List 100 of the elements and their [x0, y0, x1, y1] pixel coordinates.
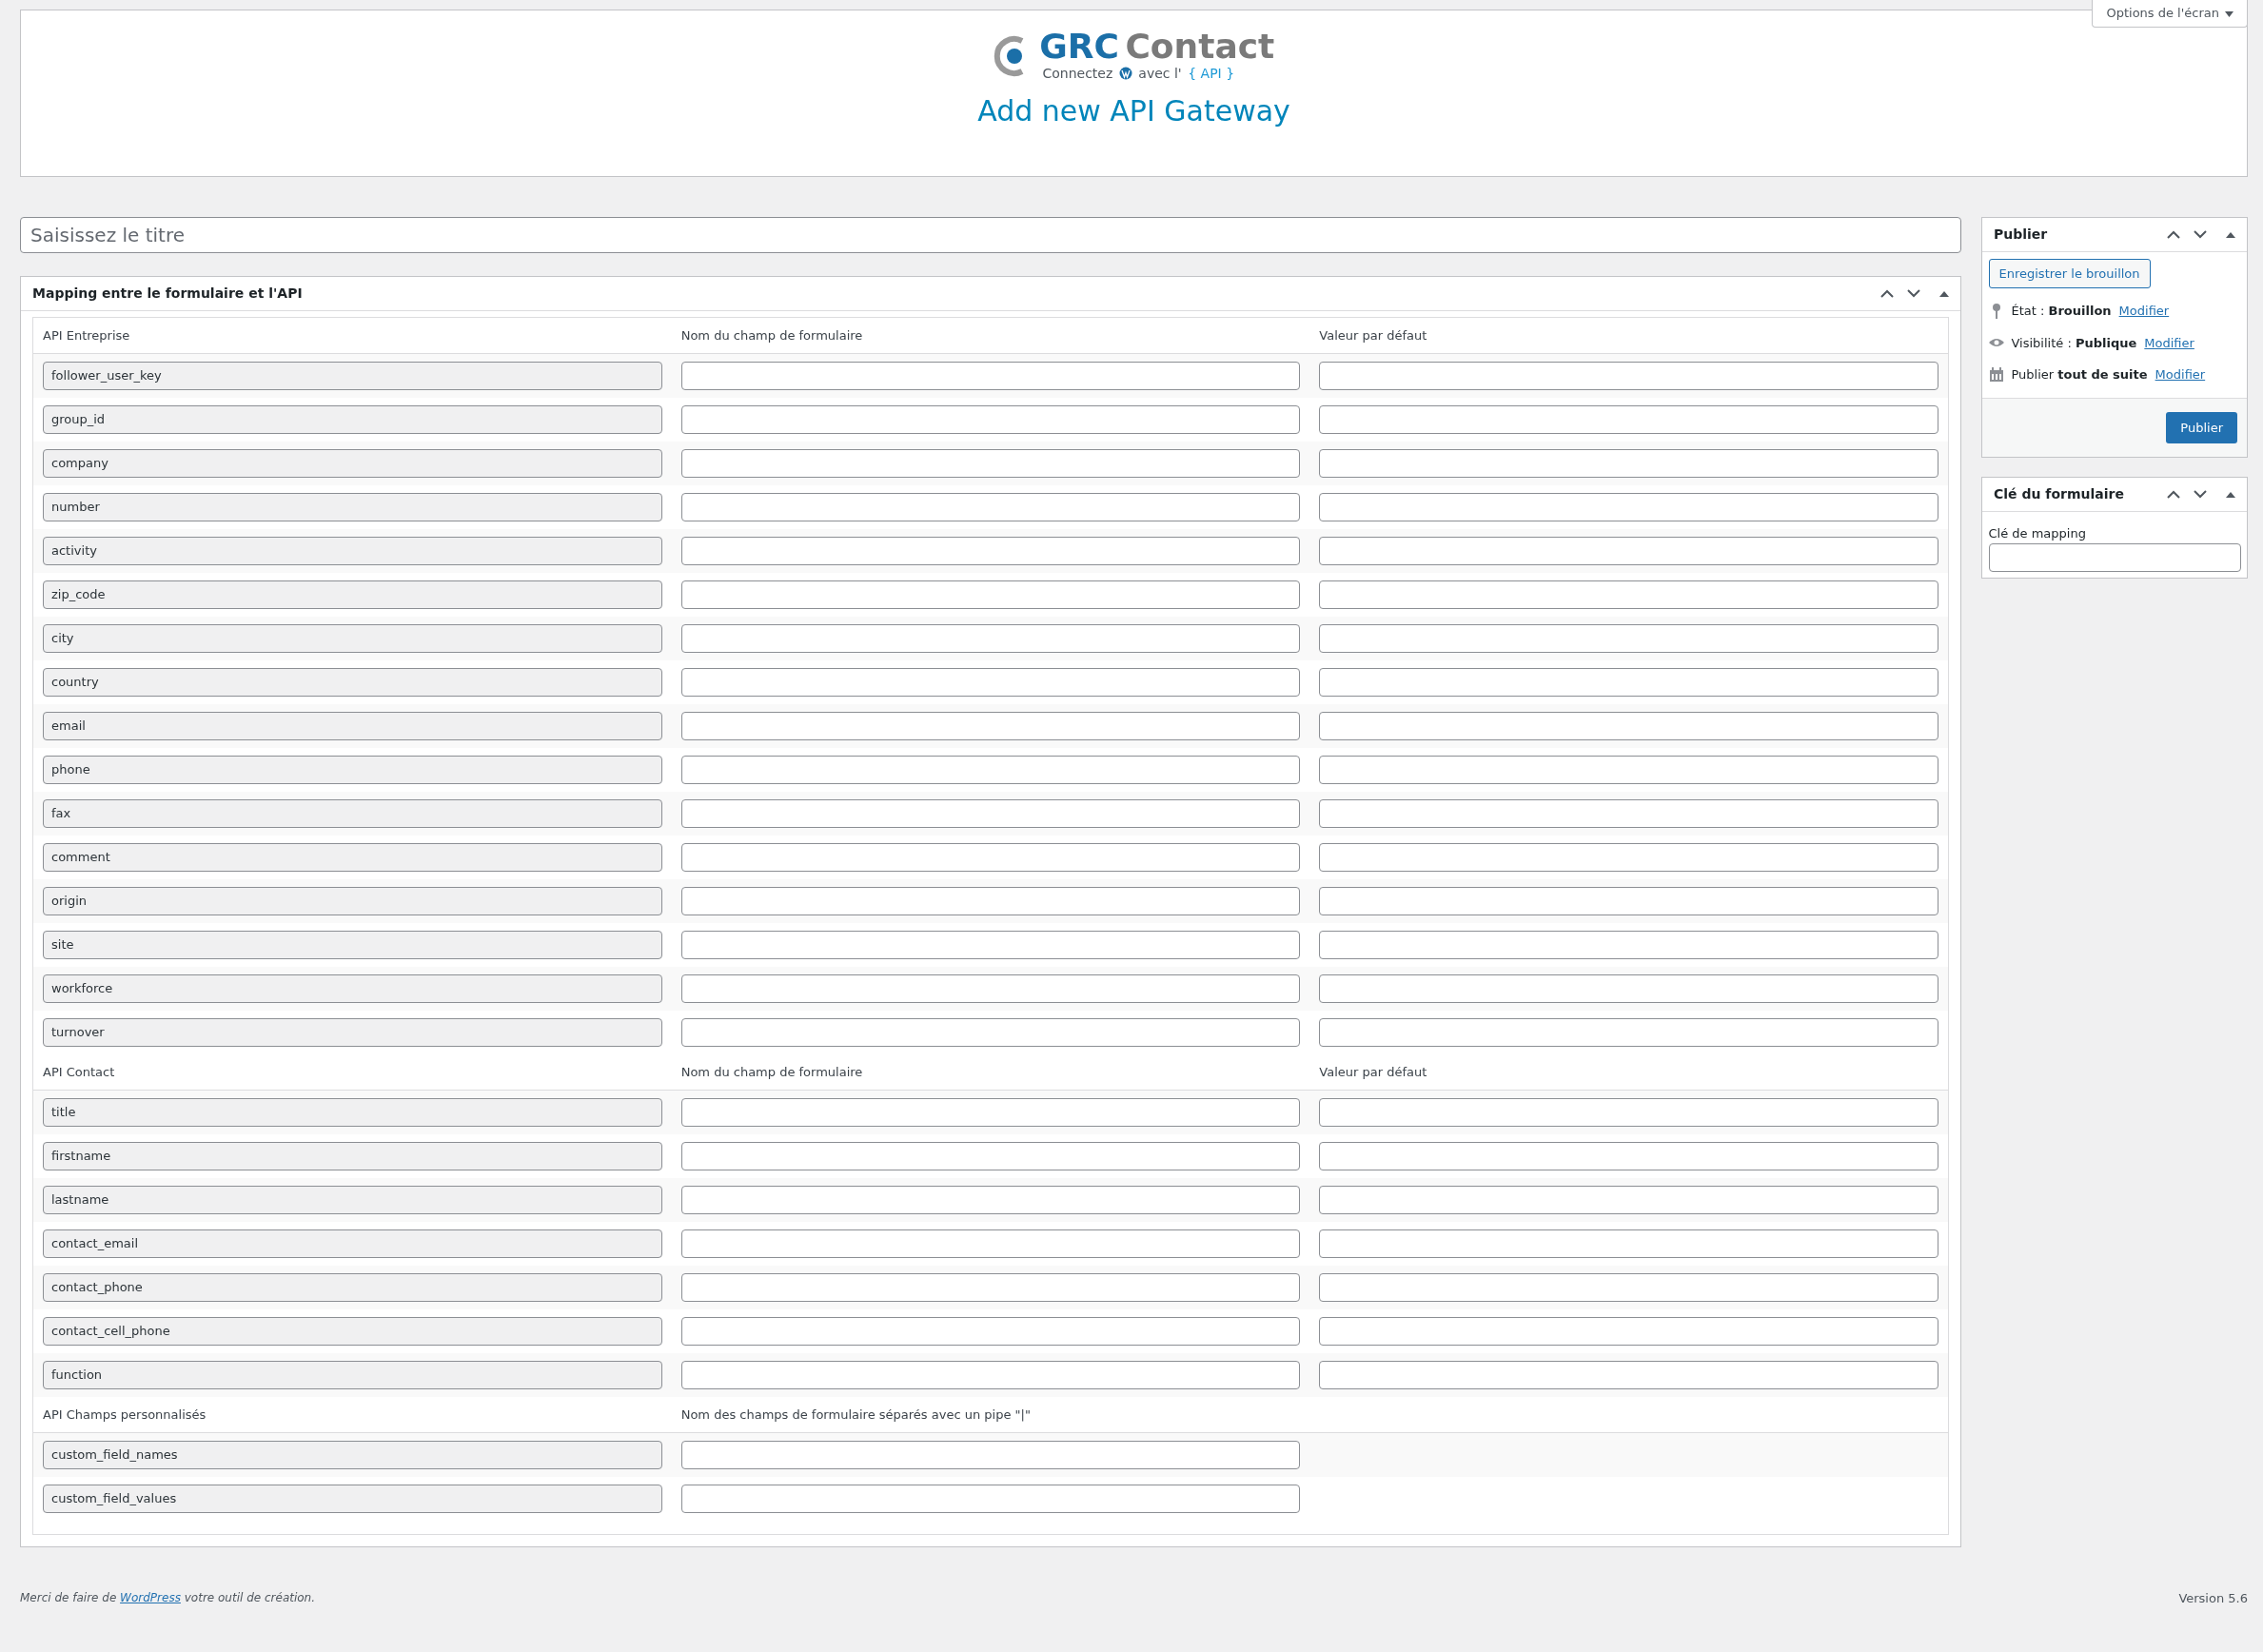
- input-field[interactable]: [1319, 887, 1938, 915]
- screen-options-button[interactable]: Options de l'écran: [2092, 0, 2248, 28]
- input-field[interactable]: [680, 405, 1301, 434]
- edit-link[interactable]: Modifier: [2144, 333, 2194, 352]
- column-header: API Entreprise: [43, 326, 131, 344]
- input-field[interactable]: [680, 1186, 1301, 1214]
- mapping-key-field[interactable]: [1988, 542, 2241, 572]
- input-field[interactable]: [1319, 449, 1938, 478]
- input-field[interactable]: [1319, 843, 1938, 872]
- input-field[interactable]: [680, 1317, 1301, 1346]
- input-field[interactable]: [680, 537, 1301, 565]
- input-field[interactable]: [1319, 580, 1938, 609]
- publish-button[interactable]: Publier: [2166, 411, 2237, 443]
- tagline-text: { API }: [1188, 64, 1235, 83]
- api-field: company: [43, 449, 662, 478]
- input-field[interactable]: [1319, 362, 1938, 390]
- collapse-icon[interactable]: [1939, 290, 1949, 297]
- calendar-icon: [1989, 367, 2003, 383]
- input-field[interactable]: [1319, 1229, 1938, 1258]
- input-field[interactable]: [680, 1485, 1301, 1513]
- api-field: custom_field_values: [43, 1485, 662, 1513]
- api-field: comment: [43, 843, 662, 872]
- input-field[interactable]: [1319, 1317, 1938, 1346]
- api-field: fax: [43, 799, 662, 828]
- input-field[interactable]: [680, 668, 1301, 697]
- move-up-icon[interactable]: [2167, 230, 2180, 239]
- input-field[interactable]: [680, 449, 1301, 478]
- api-field: title: [43, 1098, 662, 1127]
- title-field[interactable]: Saisissez le titre: [20, 217, 1961, 253]
- input-field[interactable]: [680, 887, 1301, 915]
- input-field[interactable]: [680, 624, 1301, 653]
- input-field[interactable]: [680, 493, 1301, 521]
- input-field[interactable]: [680, 799, 1301, 828]
- input-field[interactable]: [680, 974, 1301, 1003]
- save-draft-button[interactable]: Enregistrer le brouillon: [1988, 258, 2151, 288]
- input-field[interactable]: [1319, 537, 1938, 565]
- tagline-text: avec l': [1138, 64, 1182, 83]
- collapse-icon[interactable]: [2226, 491, 2235, 498]
- panel-title: Clé du formulaire: [1994, 485, 2124, 503]
- input-field[interactable]: [680, 1361, 1301, 1389]
- column-header: Nom du champ de formulaire: [680, 1063, 864, 1081]
- input-field[interactable]: [1319, 1273, 1938, 1302]
- api-field: lastname: [43, 1186, 662, 1214]
- pin-icon: [1991, 303, 2001, 319]
- status-text: Publier tout de suite: [2011, 366, 2148, 384]
- footer-text: Merci de faire de WordPress votre outil de création.: [20, 1590, 316, 1606]
- input-field[interactable]: [1319, 1142, 1938, 1170]
- input-field[interactable]: [1319, 712, 1938, 740]
- column-header: Valeur par défaut: [1319, 326, 1428, 344]
- input-field[interactable]: [1319, 405, 1938, 434]
- panel-title: Publier: [1994, 226, 2048, 244]
- input-field[interactable]: [1319, 974, 1938, 1003]
- input-field[interactable]: [1319, 1018, 1938, 1047]
- input-field[interactable]: [1319, 1361, 1938, 1389]
- input-field[interactable]: [1319, 756, 1938, 784]
- caret-icon: [2225, 10, 2233, 17]
- eye-icon: [1988, 338, 2004, 348]
- move-down-icon[interactable]: [1907, 289, 1920, 298]
- version-text: Version 5.6: [2178, 1590, 2248, 1607]
- api-field: contact_phone: [43, 1273, 662, 1302]
- input-field[interactable]: [1319, 668, 1938, 697]
- edit-link[interactable]: Modifier: [2155, 365, 2206, 384]
- api-field: contact_email: [43, 1229, 662, 1258]
- move-up-icon[interactable]: [1880, 289, 1894, 298]
- input-field[interactable]: [1319, 799, 1938, 828]
- input-field[interactable]: [680, 1098, 1301, 1127]
- logo-text: Contact: [1125, 29, 1275, 64]
- wordpress-icon: [1118, 67, 1132, 80]
- column-header: Nom du champ de formulaire: [680, 326, 864, 344]
- input-field[interactable]: [1319, 624, 1938, 653]
- input-field[interactable]: [680, 756, 1301, 784]
- wordpress-link[interactable]: WordPress: [120, 1591, 181, 1604]
- api-field: custom_field_names: [43, 1441, 662, 1469]
- tagline-text: Connectez: [1042, 64, 1113, 83]
- move-down-icon[interactable]: [2194, 230, 2207, 239]
- move-down-icon[interactable]: [2194, 490, 2207, 499]
- input-field[interactable]: [680, 712, 1301, 740]
- move-up-icon[interactable]: [2167, 490, 2180, 499]
- api-field: city: [43, 624, 662, 653]
- input-field[interactable]: [680, 580, 1301, 609]
- input-field[interactable]: [680, 362, 1301, 390]
- edit-link[interactable]: Modifier: [2118, 302, 2170, 321]
- api-field: turnover: [43, 1018, 662, 1047]
- logo-text: GRC: [1039, 29, 1119, 64]
- api-field: phone: [43, 756, 662, 784]
- status-text: État : Brouillon: [2011, 303, 2112, 320]
- input-field[interactable]: [680, 1273, 1301, 1302]
- input-field[interactable]: [1319, 1098, 1938, 1127]
- input-field[interactable]: [680, 1441, 1301, 1469]
- input-field[interactable]: [1319, 931, 1938, 959]
- api-field: activity: [43, 537, 662, 565]
- api-field: contact_cell_phone: [43, 1317, 662, 1346]
- input-field[interactable]: [680, 1142, 1301, 1170]
- input-field[interactable]: [1319, 493, 1938, 521]
- input-field[interactable]: [680, 931, 1301, 959]
- input-field[interactable]: [680, 1018, 1301, 1047]
- collapse-icon[interactable]: [2226, 231, 2235, 238]
- input-field[interactable]: [1319, 1186, 1938, 1214]
- input-field[interactable]: [680, 1229, 1301, 1258]
- input-field[interactable]: [680, 843, 1301, 872]
